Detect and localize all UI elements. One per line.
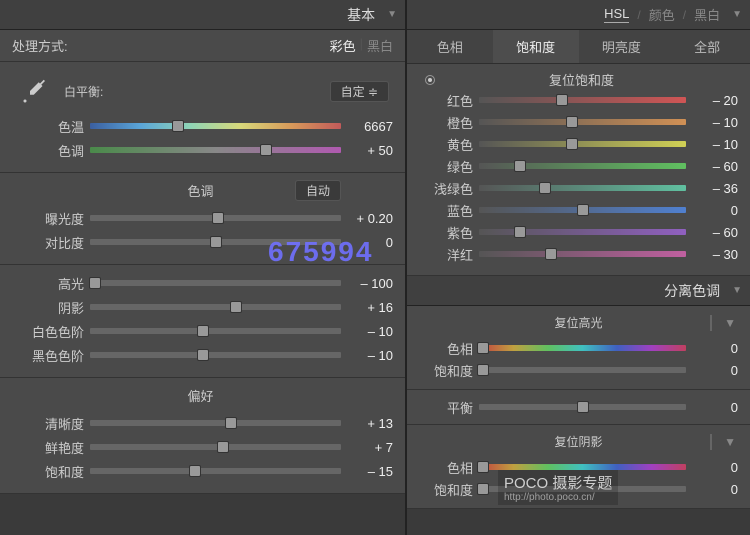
yellow-slider[interactable]: 黄色– 10 (415, 133, 742, 155)
color-option[interactable]: 彩色 (330, 36, 356, 55)
sh-sat-slider[interactable]: 饱和度0 (415, 478, 742, 500)
panel-title: 基本 (347, 5, 375, 25)
saturation-slider[interactable]: 饱和度 – 15 (8, 459, 397, 483)
treatment-toggle[interactable]: 彩色 | 黑白 (330, 36, 393, 55)
split-hi-section: 复位高光 ▼ 色相0 饱和度0 (407, 306, 750, 390)
whites-slider[interactable]: 白色色阶 – 10 (8, 319, 397, 343)
wb-section: 白平衡: 自定 ≑ 色温 6667 色调 + 50 (0, 62, 405, 173)
blacks-slider[interactable]: 黑色色阶 – 10 (8, 343, 397, 367)
collapse-icon[interactable]: ▼ (387, 9, 397, 20)
collapse-icon[interactable]: ▼ (732, 9, 742, 20)
presence-section: 偏好 清晰度 + 13 鲜艳度 + 7 饱和度 – 15 (0, 378, 405, 494)
auto-button[interactable]: 自动 (295, 180, 341, 201)
chevron-down-icon[interactable]: ▼ (724, 435, 736, 449)
split-header[interactable]: 分离色调 ▼ (407, 276, 750, 306)
split-sh-section: 复位阴影 ▼ 色相0 饱和度0 (407, 425, 750, 509)
sat-section: 复位饱和度 红色– 20 橙色– 10 黄色– 10 绿色– 60 浅绿色– 3… (407, 64, 750, 276)
hsl-tabs: 色相 饱和度 明亮度 全部 (407, 30, 750, 64)
split-title: 分离色调 (664, 281, 720, 301)
highlights-slider[interactable]: 高光 – 100 (8, 271, 397, 295)
levels-section: 高光 – 100 阴影 + 16 白色色阶 – 10 黑色色阶 – 10 (0, 265, 405, 378)
hsl-title[interactable]: HSL (604, 6, 629, 23)
eyedropper-icon[interactable] (16, 72, 54, 110)
blue-slider[interactable]: 蓝色0 (415, 199, 742, 221)
orange-slider[interactable]: 橙色– 10 (415, 111, 742, 133)
hi-sat-slider[interactable]: 饱和度0 (415, 359, 742, 381)
shadows-slider[interactable]: 阴影 + 16 (8, 295, 397, 319)
tab-saturation[interactable]: 饱和度 (493, 30, 579, 63)
treatment-row: 处理方式: 彩色 | 黑白 (0, 30, 405, 62)
sh-hue-slider[interactable]: 色相0 (415, 456, 742, 478)
bw-title[interactable]: 黑白 (694, 5, 720, 24)
sh-swatch[interactable] (710, 434, 712, 450)
red-slider[interactable]: 红色– 20 (415, 89, 742, 111)
reset-sat-label[interactable]: 复位饱和度 (421, 70, 742, 89)
balance-section: 平衡0 (407, 390, 750, 425)
color-title[interactable]: 颜色 (649, 5, 675, 24)
tab-all[interactable]: 全部 (664, 30, 750, 63)
tone-section: 色调 自动 曝光度 + 0.20 对比度 0 (0, 173, 405, 265)
hsl-header[interactable]: HSL / 颜色 / 黑白 ▼ (407, 0, 750, 30)
presence-label: 偏好 (187, 386, 213, 405)
aqua-slider[interactable]: 浅绿色– 36 (415, 177, 742, 199)
clarity-slider[interactable]: 清晰度 + 13 (8, 411, 397, 435)
tab-luminance[interactable]: 明亮度 (579, 30, 665, 63)
tab-hue[interactable]: 色相 (407, 30, 493, 63)
tone-label: 色调 (187, 181, 213, 200)
magenta-slider[interactable]: 洋红– 30 (415, 243, 742, 265)
balance-slider[interactable]: 平衡0 (415, 396, 742, 418)
hi-hue-slider[interactable]: 色相0 (415, 337, 742, 359)
exposure-slider[interactable]: 曝光度 + 0.20 (8, 206, 397, 230)
bw-option[interactable]: 黑白 (367, 36, 393, 55)
chevron-down-icon[interactable]: ▼ (724, 316, 736, 330)
basic-header[interactable]: 基本 ▼ (0, 0, 405, 30)
right-column: HSL / 颜色 / 黑白 ▼ 色相 饱和度 明亮度 全部 复位饱和度 红色– … (407, 0, 750, 535)
purple-slider[interactable]: 紫色– 60 (415, 221, 742, 243)
contrast-slider[interactable]: 对比度 0 (8, 230, 397, 254)
vibrance-slider[interactable]: 鲜艳度 + 7 (8, 435, 397, 459)
reset-shadows[interactable]: 复位阴影 (554, 433, 602, 450)
basic-panel: 基本 ▼ 处理方式: 彩色 | 黑白 白平衡: 自定 ≑ 色温 6667 色调 (0, 0, 407, 535)
collapse-icon[interactable]: ▼ (732, 285, 742, 296)
hi-swatch[interactable] (710, 315, 712, 331)
treatment-label: 处理方式: (12, 36, 68, 55)
tint-slider[interactable]: 色调 + 50 (8, 138, 397, 162)
wb-label: 白平衡: (64, 83, 103, 100)
temp-slider[interactable]: 色温 6667 (8, 114, 397, 138)
green-slider[interactable]: 绿色– 60 (415, 155, 742, 177)
wb-mode-select[interactable]: 自定 ≑ (330, 81, 389, 102)
reset-highlights[interactable]: 复位高光 (554, 314, 602, 331)
